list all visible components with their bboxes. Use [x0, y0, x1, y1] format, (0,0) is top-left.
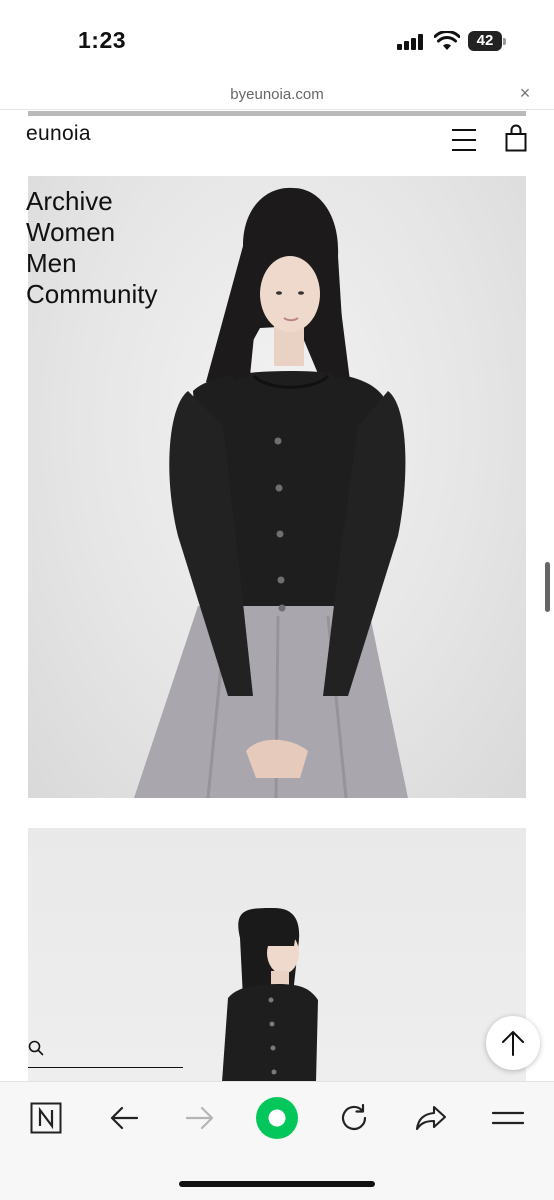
wifi-icon — [434, 31, 460, 50]
status-bar: 1:23 42 — [0, 0, 554, 80]
nav-community[interactable]: Community — [26, 279, 157, 310]
naver-home-button[interactable] — [24, 1096, 68, 1140]
more-menu-icon — [492, 1111, 524, 1125]
arrow-right-icon — [185, 1106, 214, 1130]
shopping-bag-icon[interactable] — [505, 124, 527, 152]
green-dot-icon — [256, 1097, 298, 1139]
back-button[interactable] — [102, 1096, 146, 1140]
nav-women[interactable]: Women — [26, 217, 157, 248]
reload-button[interactable] — [332, 1096, 376, 1140]
reload-icon — [341, 1103, 367, 1131]
main-nav: Archive Women Men Community — [26, 186, 157, 310]
url-text[interactable]: byeunoia.com — [0, 86, 554, 103]
page-scrollbar[interactable] — [545, 562, 550, 612]
naver-n-icon — [30, 1102, 62, 1134]
battery-level: 42 — [476, 32, 494, 49]
forward-button[interactable] — [178, 1096, 222, 1140]
arrow-up-icon — [502, 1031, 524, 1056]
green-dot-button[interactable] — [255, 1096, 299, 1140]
nav-men[interactable]: Men — [26, 248, 157, 279]
search-icon[interactable] — [28, 1040, 44, 1056]
brand-logo[interactable]: eunoia — [26, 122, 91, 146]
site-header: eunoia — [0, 116, 554, 176]
arrow-left-icon — [110, 1106, 139, 1130]
battery-icon: 42 — [468, 31, 506, 51]
share-icon — [415, 1105, 447, 1131]
close-icon[interactable]: × — [515, 83, 535, 103]
home-indicator — [179, 1181, 375, 1187]
cellular-signal-icon — [397, 34, 427, 50]
more-menu-button[interactable] — [486, 1096, 530, 1140]
status-time: 1:23 — [78, 27, 127, 53]
scroll-to-top-button[interactable] — [486, 1016, 540, 1070]
url-bar[interactable]: byeunoia.com × — [0, 80, 554, 110]
hamburger-menu-icon[interactable] — [452, 129, 476, 151]
search-field[interactable] — [28, 1038, 183, 1068]
share-button[interactable] — [409, 1096, 453, 1140]
nav-archive[interactable]: Archive — [26, 186, 157, 217]
